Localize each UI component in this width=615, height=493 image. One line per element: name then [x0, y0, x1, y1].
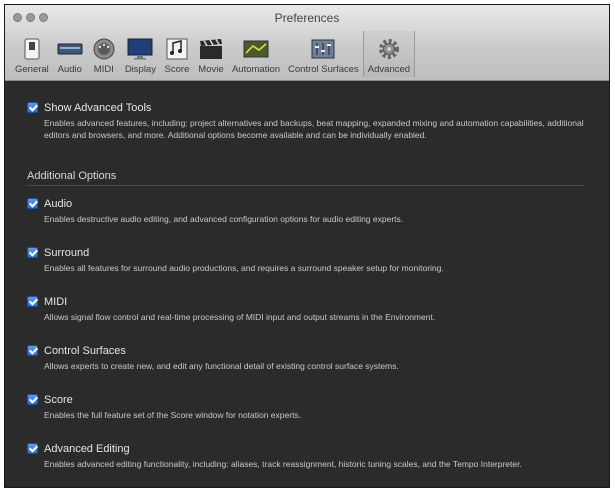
display-icon: [127, 37, 153, 61]
preferences-toolbar: General Audio MIDI Display Score Movie A…: [11, 31, 416, 79]
audio-label[interactable]: Audio: [44, 198, 72, 210]
tab-general[interactable]: General: [11, 31, 53, 77]
control-surface-icon: [310, 37, 336, 61]
control-surfaces-checkbox[interactable]: [27, 345, 38, 356]
tab-movie[interactable]: Movie: [194, 31, 228, 77]
window-title: Preferences: [274, 11, 340, 25]
show-advanced-tools-description: Enables advanced features, including: pr…: [44, 118, 584, 140]
gear-icon: [376, 37, 402, 61]
surround-description: Enables all features for surround audio …: [44, 263, 444, 273]
automation-curve-icon: [243, 37, 269, 61]
title-bar: Preferences General Audio MIDI Display S…: [5, 5, 609, 81]
control-surfaces-description: Allows experts to create new, and edit a…: [44, 361, 399, 371]
advanced-editing-option: Advanced Editing Enables advanced editin…: [27, 441, 585, 470]
switch-icon: [19, 37, 45, 61]
tab-advanced-label: Advanced: [367, 64, 411, 75]
tab-audio[interactable]: Audio: [53, 31, 87, 77]
tab-automation[interactable]: Automation: [228, 31, 284, 77]
tab-automation-label: Automation: [231, 64, 281, 75]
tab-midi-label: MIDI: [93, 64, 114, 75]
control-surfaces-label[interactable]: Control Surfaces: [44, 345, 126, 357]
section-divider: [27, 185, 585, 186]
surround-option: Surround Enables all features for surrou…: [27, 245, 585, 274]
show-advanced-tools-label[interactable]: Show Advanced Tools: [44, 102, 151, 114]
audio-interface-icon: [57, 37, 83, 61]
advanced-editing-label[interactable]: Advanced Editing: [44, 443, 130, 455]
score-notes-icon: [164, 37, 190, 61]
audio-option: Audio Enables destructive audio editing,…: [27, 196, 585, 225]
advanced-preferences-pane: Show Advanced Tools Enables advanced fea…: [5, 82, 609, 487]
show-advanced-tools-checkbox[interactable]: [27, 102, 38, 113]
audio-description: Enables destructive audio editing, and a…: [44, 214, 404, 224]
surround-checkbox[interactable]: [27, 247, 38, 258]
additional-options-heading: Additional Options: [27, 170, 117, 182]
midi-description: Allows signal flow control and real-time…: [44, 312, 436, 322]
tab-audio-label: Audio: [57, 64, 82, 75]
advanced-editing-checkbox[interactable]: [27, 443, 38, 454]
midi-label[interactable]: MIDI: [44, 296, 67, 308]
score-option: Score Enables the full feature set of th…: [27, 392, 585, 421]
tab-movie-label: Movie: [198, 64, 224, 75]
midi-connector-icon: [91, 37, 117, 61]
clapperboard-icon: [198, 37, 224, 61]
tab-advanced[interactable]: Advanced: [362, 31, 416, 77]
score-label[interactable]: Score: [44, 394, 73, 406]
score-checkbox[interactable]: [27, 394, 38, 405]
tab-midi[interactable]: MIDI: [87, 31, 121, 77]
show-advanced-tools-option: Show Advanced Tools Enables advanced fea…: [27, 100, 585, 141]
tab-control-surfaces[interactable]: Control Surfaces: [284, 31, 363, 77]
score-description: Enables the full feature set of the Scor…: [44, 410, 302, 420]
tab-display[interactable]: Display: [121, 31, 160, 77]
control-surfaces-option: Control Surfaces Allows experts to creat…: [27, 343, 585, 372]
surround-label[interactable]: Surround: [44, 247, 89, 259]
tab-score[interactable]: Score: [160, 31, 194, 77]
audio-checkbox[interactable]: [27, 198, 38, 209]
tab-score-label: Score: [164, 64, 190, 75]
midi-checkbox[interactable]: [27, 296, 38, 307]
tab-general-label: General: [15, 64, 49, 75]
tab-display-label: Display: [124, 64, 156, 75]
advanced-editing-description: Enables advanced editing functionality, …: [44, 459, 522, 469]
preferences-window: Preferences General Audio MIDI Display S…: [4, 4, 610, 488]
tab-control-surfaces-label: Control Surfaces: [288, 64, 359, 75]
midi-option: MIDI Allows signal flow control and real…: [27, 294, 585, 323]
